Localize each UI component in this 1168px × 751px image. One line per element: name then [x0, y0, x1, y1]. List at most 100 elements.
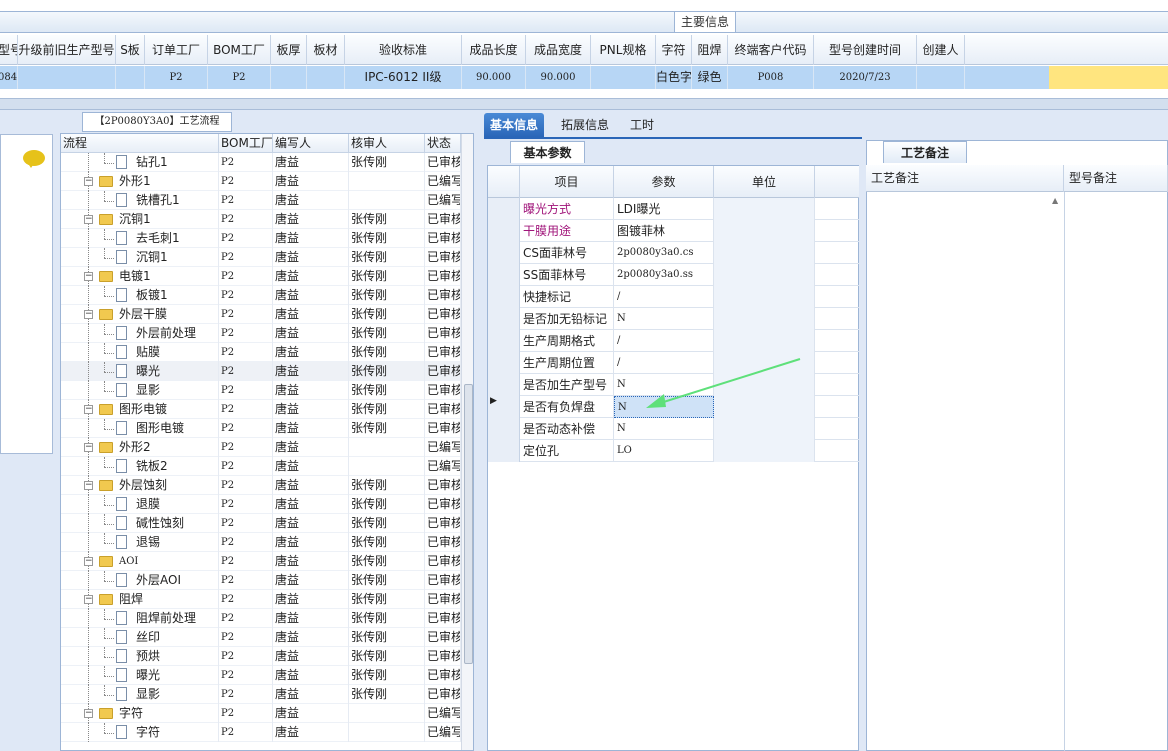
row-selector[interactable] — [488, 220, 520, 242]
param-row[interactable]: 是否动态补偿 N — [488, 418, 859, 440]
horizontal-splitter[interactable] — [0, 98, 1168, 110]
col-header[interactable]: 成品长度 — [462, 35, 526, 65]
tree-row[interactable]: 显影 P2 唐益 张传刚 已审核 — [61, 685, 461, 704]
grid-cell[interactable]: IPC-6012 II级 — [345, 66, 462, 89]
tree-row[interactable]: 贴膜 P2 唐益 张传刚 已审核 — [61, 343, 461, 362]
collapse-icon[interactable]: − — [84, 177, 93, 186]
param-unit[interactable] — [714, 286, 815, 308]
tree-row[interactable]: 去毛刺1 P2 唐益 张传刚 已审核 — [61, 229, 461, 248]
grid-cell[interactable] — [18, 66, 116, 89]
grid-cell[interactable] — [917, 66, 965, 89]
tree-row[interactable]: 字符 P2 唐益 已编写 — [61, 723, 461, 742]
row-selector[interactable] — [488, 198, 520, 220]
collapse-icon[interactable]: − — [84, 595, 93, 604]
param-row[interactable]: 生产周期格式 / — [488, 330, 859, 352]
param-row[interactable]: SS面菲林号 2p0080y3a0.ss — [488, 264, 859, 286]
tree-row[interactable]: − 阻焊 P2 唐益 张传刚 已审核 — [61, 590, 461, 609]
tree-row[interactable]: 外层AOI P2 唐益 张传刚 已审核 — [61, 571, 461, 590]
param-value[interactable]: / — [614, 286, 714, 308]
col-header[interactable]: 终端客户代码 — [728, 35, 814, 65]
row-selector[interactable] — [488, 242, 520, 264]
scroll-up-icon[interactable]: ▲ — [1052, 196, 1062, 206]
col-header[interactable]: 升级前旧生产型号 — [18, 35, 116, 65]
col-header[interactable]: 订单工厂 — [145, 35, 208, 65]
tree-col-header[interactable]: 编写人 — [273, 134, 349, 153]
tree-row[interactable]: 板镀1 P2 唐益 张传刚 已审核 — [61, 286, 461, 305]
grid-cell[interactable] — [116, 66, 145, 89]
tree-row[interactable]: 丝印 P2 唐益 张传刚 已审核 — [61, 628, 461, 647]
tab-basic-params[interactable]: 基本参数 — [510, 141, 585, 163]
tree-row[interactable]: − 图形电镀 P2 唐益 张传刚 已审核 — [61, 400, 461, 419]
grid-cell[interactable] — [591, 66, 656, 89]
tree-row[interactable]: 曝光 P2 唐益 张传刚 已审核 — [61, 666, 461, 685]
param-value[interactable]: N — [614, 418, 714, 440]
tree-col-header[interactable]: 核审人 — [349, 134, 425, 153]
param-row[interactable]: CS面菲林号 2p0080y3a0.cs — [488, 242, 859, 264]
collapse-icon[interactable]: − — [84, 709, 93, 718]
param-value[interactable]: LO — [614, 440, 714, 462]
row-selector[interactable] — [488, 264, 520, 286]
param-unit[interactable] — [714, 264, 815, 286]
col-header[interactable]: 创建人 — [917, 35, 965, 65]
process-tree[interactable]: 流程 BOM工厂 编写人 核审人 状态 钻孔1 P2 唐益 张传刚 已审核 − 外形1 P2 唐益 已编写… — [60, 133, 474, 751]
tree-row[interactable]: 显影 P2 唐益 张传刚 已审核 — [61, 381, 461, 400]
basic-params-grid[interactable]: 项目 参数 单位 曝光方式 LDI曝光 干膜用途 图镀菲林 CS面菲林号 2p0080y3… — [487, 165, 859, 751]
tree-col-header[interactable]: 状态 — [425, 134, 461, 153]
row-selector[interactable] — [488, 286, 520, 308]
param-unit[interactable] — [714, 220, 815, 242]
col-header[interactable]: PNL规格 — [591, 35, 656, 65]
param-row[interactable]: 曝光方式 LDI曝光 — [488, 198, 859, 220]
tree-row[interactable]: 沉铜1 P2 唐益 张传刚 已审核 — [61, 248, 461, 267]
grid-cell[interactable]: 2020/7/23 — [814, 66, 917, 89]
param-unit[interactable] — [714, 330, 815, 352]
tree-row[interactable]: 碱性蚀刻 P2 唐益 张传刚 已审核 — [61, 514, 461, 533]
collapse-icon[interactable]: − — [84, 272, 93, 281]
col-header[interactable]: 成品宽度 — [526, 35, 591, 65]
grid-cell[interactable]: 绿色 — [692, 66, 728, 89]
tree-row[interactable]: − AOI P2 唐益 张传刚 已审核 — [61, 552, 461, 571]
grid-cell[interactable]: P008 — [728, 66, 814, 89]
col-header[interactable]: 型号创建时间 — [814, 35, 917, 65]
tree-row[interactable]: 曝光 P2 唐益 张传刚 已审核 — [61, 362, 461, 381]
grid-cell[interactable]: 90.000 — [526, 66, 591, 89]
tab-extended-info[interactable]: 拓展信息 — [555, 113, 615, 137]
tree-row[interactable]: 钻孔1 P2 唐益 张传刚 已审核 — [61, 153, 461, 172]
col-header[interactable]: 阻焊 — [692, 35, 728, 65]
tree-row[interactable]: 退膜 P2 唐益 张传刚 已审核 — [61, 495, 461, 514]
param-value[interactable]: LDI曝光 — [614, 198, 714, 220]
tree-row[interactable]: 图形电镀 P2 唐益 张传刚 已审核 — [61, 419, 461, 438]
grid-cell[interactable] — [307, 66, 345, 89]
row-selector[interactable] — [488, 440, 520, 462]
tree-row[interactable]: 铣槽孔1 P2 唐益 已编写 — [61, 191, 461, 210]
tab-basic-info[interactable]: 基本信息 — [484, 113, 545, 137]
chat-bubble-icon[interactable] — [23, 150, 45, 168]
tree-row[interactable]: 铣板2 P2 唐益 已编写 — [61, 457, 461, 476]
tree-col-header[interactable]: 流程 — [61, 134, 219, 153]
tree-col-header[interactable]: BOM工厂 — [219, 134, 273, 153]
collapse-icon[interactable]: − — [84, 557, 93, 566]
col-header[interactable]: BOM工厂 — [208, 35, 271, 65]
tree-row[interactable]: − 沉铜1 P2 唐益 张传刚 已审核 — [61, 210, 461, 229]
scrollbar-thumb[interactable] — [464, 384, 473, 664]
main-grid-row[interactable]: 08451P2P2IPC-6012 II级90.00090.000白色字符绿色P… — [0, 66, 1168, 89]
collapse-icon[interactable]: − — [84, 215, 93, 224]
row-selector[interactable] — [488, 352, 520, 374]
grid-cell[interactable]: 90.000 — [462, 66, 526, 89]
tree-row[interactable]: 阻焊前处理 P2 唐益 张传刚 已审核 — [61, 609, 461, 628]
grid-cell[interactable]: 08451 — [0, 66, 18, 89]
row-selector[interactable]: ▶ — [488, 396, 520, 418]
param-value[interactable]: N — [614, 308, 714, 330]
tree-row[interactable]: − 外层干膜 P2 唐益 张传刚 已审核 — [61, 305, 461, 324]
grid-cell[interactable]: 白色字符 — [656, 66, 692, 89]
col-header[interactable]: 型号 — [0, 35, 18, 65]
row-selector[interactable] — [488, 308, 520, 330]
tree-row[interactable]: − 外层蚀刻 P2 唐益 张传刚 已审核 — [61, 476, 461, 495]
tree-row[interactable]: − 外形2 P2 唐益 已编写 — [61, 438, 461, 457]
tree-row[interactable]: − 字符 P2 唐益 已编写 — [61, 704, 461, 723]
param-value[interactable]: / — [614, 330, 714, 352]
tree-row[interactable]: − 电镀1 P2 唐益 张传刚 已审核 — [61, 267, 461, 286]
grid-cell[interactable] — [271, 66, 307, 89]
collapse-icon[interactable]: − — [84, 443, 93, 452]
col-header[interactable]: 字符 — [656, 35, 692, 65]
row-selector[interactable] — [488, 330, 520, 352]
